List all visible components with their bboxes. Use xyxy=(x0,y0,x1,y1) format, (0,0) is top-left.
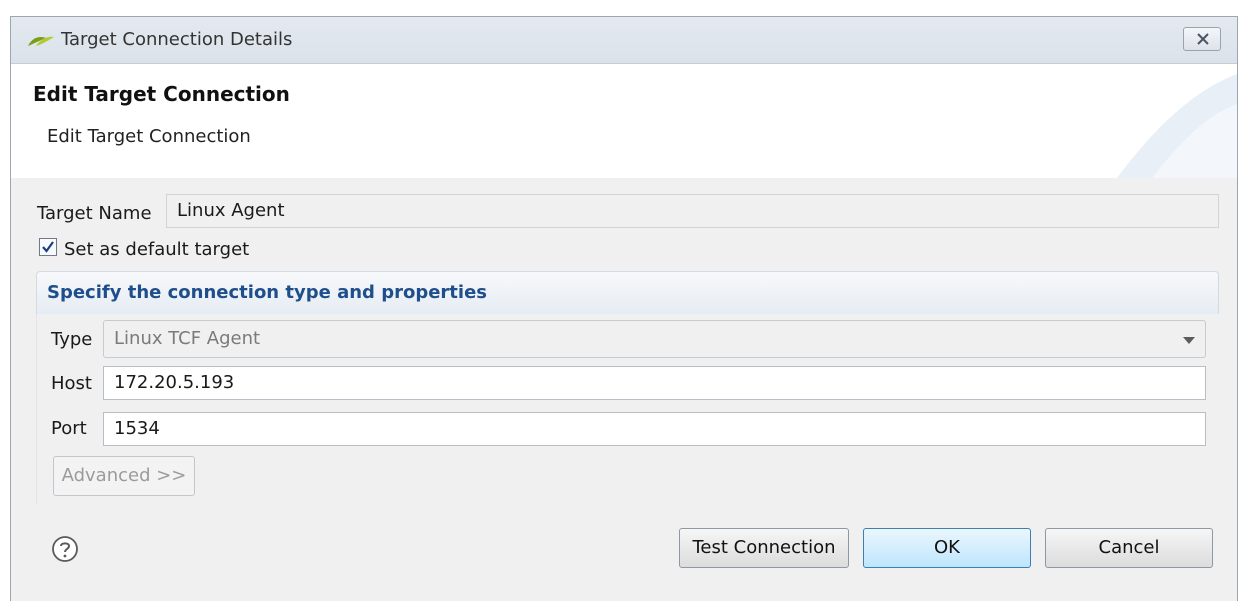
cancel-button[interactable]: Cancel xyxy=(1045,528,1213,568)
type-label: Type xyxy=(51,329,93,350)
header-banner: Edit Target Connection Edit Target Conne… xyxy=(11,64,1237,178)
checkmark-icon xyxy=(42,241,54,253)
type-select-value: Linux TCF Agent xyxy=(114,328,261,349)
help-icon[interactable] xyxy=(51,535,79,563)
close-button[interactable] xyxy=(1183,27,1221,51)
eclipse-leaf-icon xyxy=(27,32,55,46)
window-title: Target Connection Details xyxy=(61,29,293,50)
advanced-button[interactable]: Advanced >> xyxy=(53,456,195,496)
connection-group-title: Specify the connection type and properti… xyxy=(47,282,487,303)
port-field[interactable]: 1534 xyxy=(103,412,1206,446)
title-bar[interactable]: Target Connection Details xyxy=(11,17,1237,64)
port-label: Port xyxy=(51,418,87,439)
default-target-checkbox[interactable] xyxy=(39,238,57,256)
target-name-label: Target Name xyxy=(37,203,152,224)
host-field[interactable]: 172.20.5.193 xyxy=(103,366,1206,400)
type-select[interactable]: Linux TCF Agent xyxy=(103,320,1206,358)
dialog-window: Target Connection Details Edit Target Co… xyxy=(10,16,1238,601)
host-label: Host xyxy=(51,373,92,394)
chevron-down-icon xyxy=(1183,337,1195,344)
test-connection-button[interactable]: Test Connection xyxy=(679,528,849,568)
connection-group-header: Specify the connection type and properti… xyxy=(36,271,1219,315)
ok-button[interactable]: OK xyxy=(863,528,1031,568)
banner-subtitle: Edit Target Connection xyxy=(47,126,251,147)
default-target-label[interactable]: Set as default target xyxy=(64,239,249,260)
target-name-field[interactable]: Linux Agent xyxy=(166,194,1219,228)
banner-title: Edit Target Connection xyxy=(33,82,290,106)
banner-decoration xyxy=(1117,74,1237,178)
